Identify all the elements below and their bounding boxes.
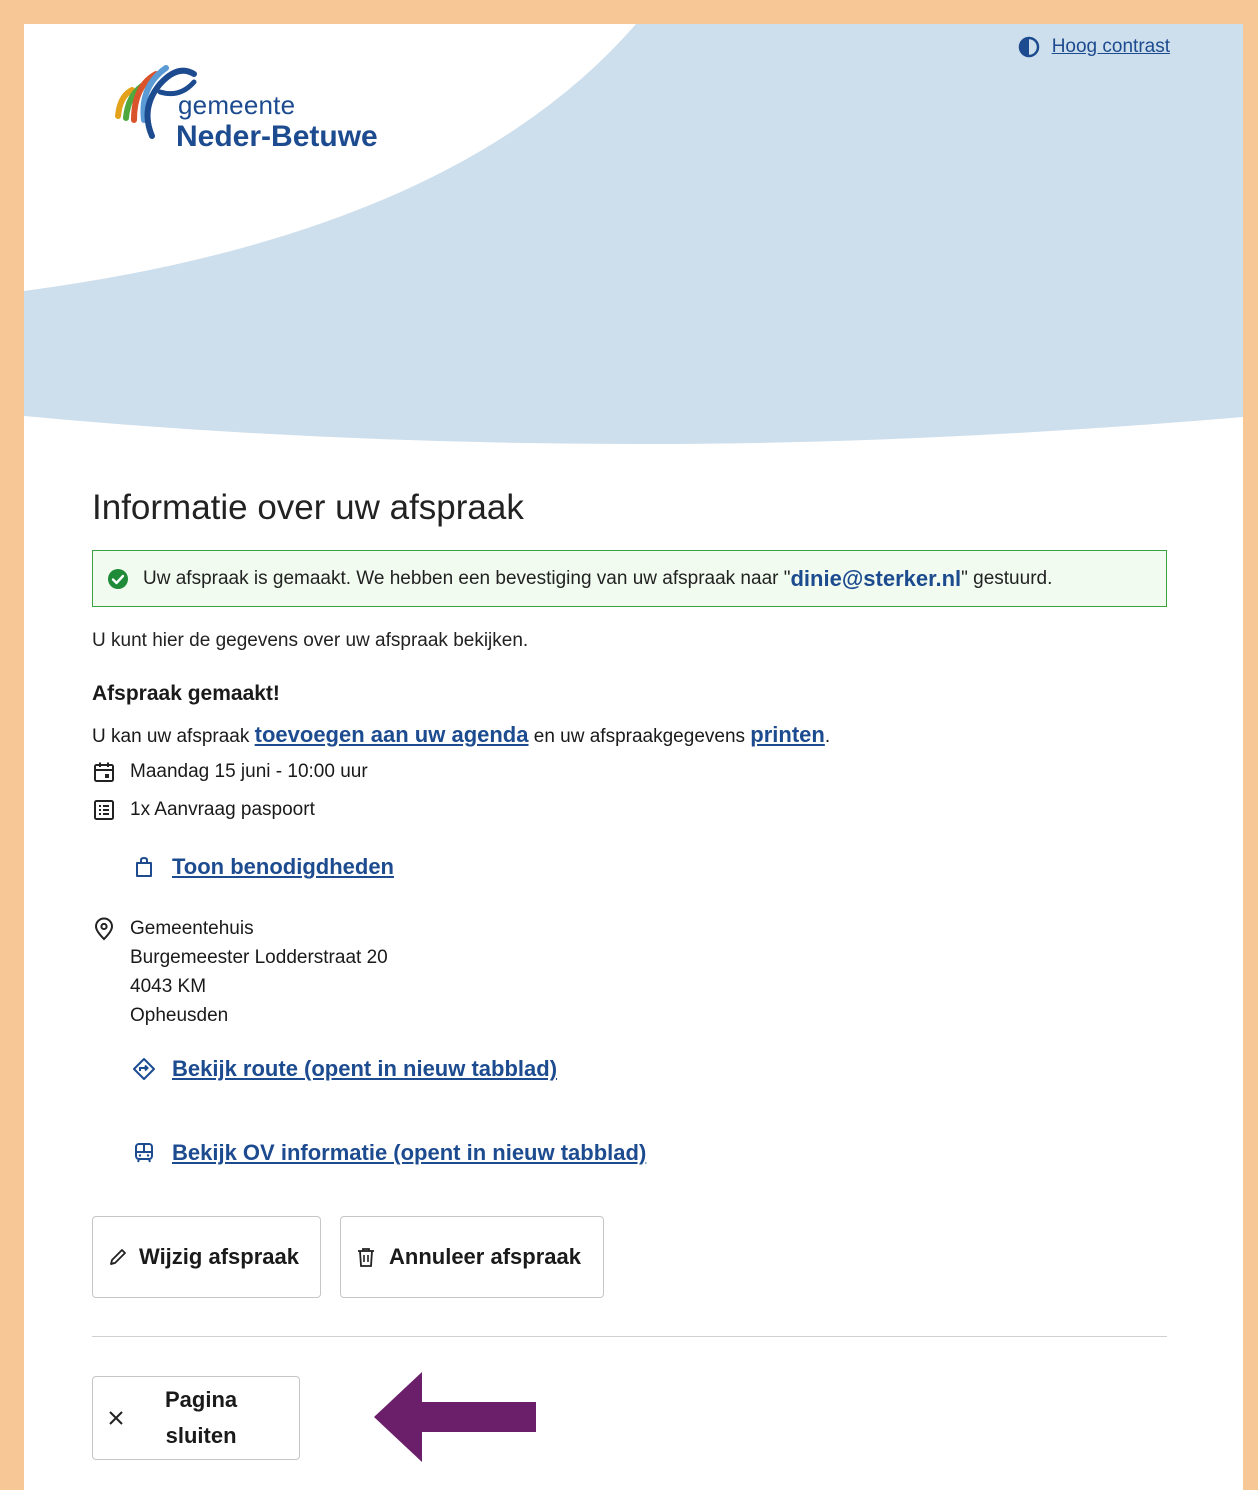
check-circle-icon bbox=[108, 568, 128, 589]
bus-icon bbox=[135, 1143, 153, 1163]
close-page-label-line-2: sluiten bbox=[165, 1423, 237, 1448]
divider bbox=[92, 1336, 1167, 1337]
route-icon bbox=[133, 1058, 155, 1080]
agenda-sentence: U kan uw afspraak toevoegen aan uw agend… bbox=[92, 722, 830, 748]
calendar-icon bbox=[94, 762, 114, 782]
print-link[interactable]: printen bbox=[750, 722, 825, 747]
agenda-text-1: U kan uw afspraak bbox=[92, 726, 255, 747]
address-lines: Gemeentehuis Burgemeester Lodderstraat 2… bbox=[130, 914, 388, 1030]
agenda-text-3: . bbox=[824, 726, 831, 747]
location-block: Gemeentehuis Burgemeester Lodderstraat 2… bbox=[92, 914, 388, 1030]
map-pin-icon bbox=[94, 917, 114, 941]
success-alert: Uw afspraak is gemaakt. We hebben een be… bbox=[92, 550, 1167, 607]
close-icon bbox=[109, 1411, 123, 1425]
list-icon bbox=[94, 800, 114, 820]
high-contrast-link[interactable]: Hoog contrast bbox=[1018, 36, 1170, 58]
add-to-calendar-link[interactable]: toevoegen aan uw agenda bbox=[255, 722, 529, 747]
brand-name-line-1: gemeente bbox=[178, 90, 296, 120]
alert-suffix: " gestuurd. bbox=[961, 567, 1053, 589]
contrast-icon bbox=[1018, 36, 1039, 58]
close-page-label: Pagina sluiten bbox=[165, 1382, 237, 1454]
close-page-button[interactable]: Pagina sluiten bbox=[92, 1376, 300, 1460]
appointment-product: 1x Aanvraag paspoort bbox=[130, 799, 315, 820]
appointment-product-row: 1x Aanvraag paspoort bbox=[92, 798, 315, 822]
show-requirements-link[interactable]: Toon benodigdheden bbox=[132, 854, 394, 880]
cancel-appointment-button[interactable]: Annuleer afspraak bbox=[340, 1216, 604, 1298]
ov-info-link-label: Bekijk OV informatie (opent in nieuw tab… bbox=[172, 1140, 647, 1165]
alert-prefix: Uw afspraak is gemaakt. We hebben een be… bbox=[143, 567, 791, 589]
pencil-icon bbox=[110, 1249, 126, 1265]
route-link-label: Bekijk route (opent in nieuw tabblad) bbox=[172, 1056, 558, 1081]
appointment-date-row: Maandag 15 juni - 10:00 uur bbox=[92, 760, 368, 784]
arrow-left-icon bbox=[374, 1372, 536, 1462]
edit-appointment-button[interactable]: Wijzig afspraak bbox=[92, 1216, 321, 1298]
edit-appointment-label: Wijzig afspraak bbox=[139, 1244, 299, 1269]
bag-icon bbox=[136, 856, 152, 877]
show-requirements-label: Toon benodigdheden bbox=[172, 854, 394, 879]
location-city: Opheusden bbox=[130, 1005, 229, 1026]
close-page-label-line-1: Pagina bbox=[165, 1387, 238, 1412]
high-contrast-label: Hoog contrast bbox=[1051, 36, 1170, 57]
page-title: Informatie over uw afspraak bbox=[92, 488, 524, 527]
location-postal: 4043 KM bbox=[130, 976, 207, 997]
location-street: Burgemeester Lodderstraat 20 bbox=[130, 947, 388, 968]
location-name: Gemeentehuis bbox=[130, 918, 254, 939]
brand-name-line-2: Neder-Betuwe bbox=[176, 120, 378, 153]
ov-info-link[interactable]: Bekijk OV informatie (opent in nieuw tab… bbox=[132, 1140, 646, 1166]
appointment-date: Maandag 15 juni - 10:00 uur bbox=[130, 761, 368, 782]
agenda-text-2: en uw afspraakgegevens bbox=[528, 726, 751, 747]
section-heading: Afspraak gemaakt! bbox=[92, 682, 280, 705]
page-frame: gemeente Neder-Betuwe Hoog contrast Info… bbox=[24, 24, 1243, 1490]
cancel-appointment-label: Annuleer afspraak bbox=[389, 1244, 581, 1269]
intro-text: U kunt hier de gegevens over uw afspraak… bbox=[92, 630, 529, 651]
route-link[interactable]: Bekijk route (opent in nieuw tabblad) bbox=[132, 1056, 557, 1082]
trash-icon bbox=[358, 1248, 374, 1267]
alert-email: dinie@sterker.nl bbox=[790, 565, 962, 591]
